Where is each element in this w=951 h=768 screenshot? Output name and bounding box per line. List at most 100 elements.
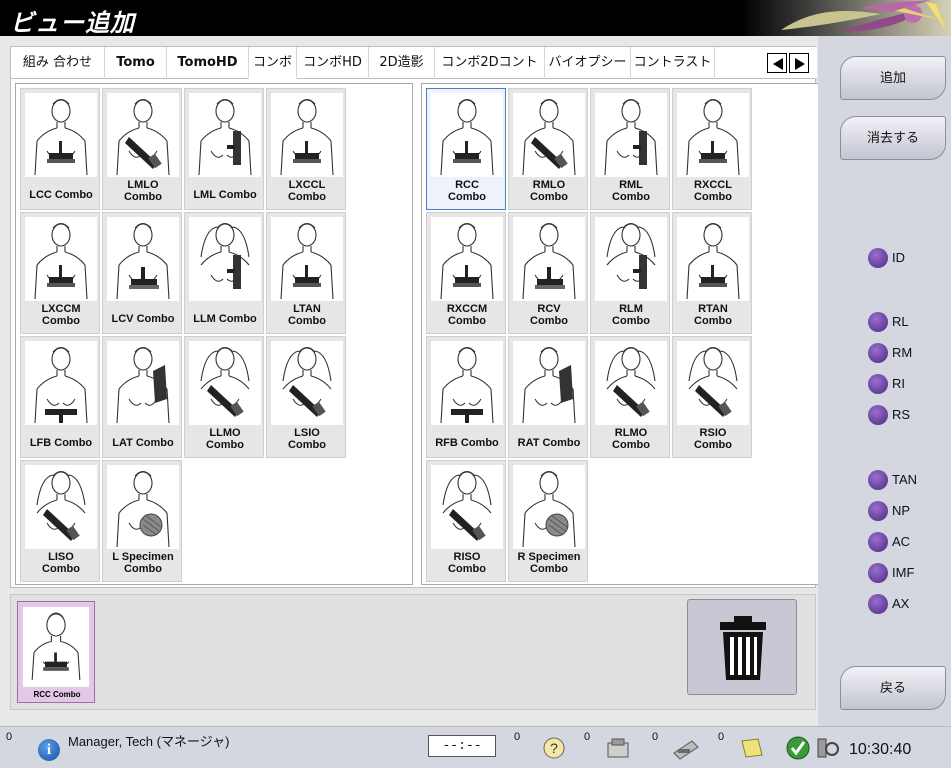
tab-6[interactable]: コンボ2Dコントラスト <box>435 47 545 102</box>
view-lxccl-combo[interactable]: LXCCL Combo <box>266 88 346 210</box>
view-rxccm-combo[interactable]: RXCCM Combo <box>426 212 506 334</box>
system-ok-icon[interactable] <box>784 735 812 761</box>
view-label: LMLO Combo <box>124 179 162 203</box>
tab-2[interactable]: TomoHD <box>167 47 249 79</box>
flower-banner-image <box>741 0 951 36</box>
view-rcc-combo[interactable]: RCC Combo <box>426 88 506 210</box>
detector-status-icon[interactable] <box>814 735 842 761</box>
view-figure-image <box>271 341 343 425</box>
tab-4[interactable]: コンボHD <box>297 47 369 79</box>
view-label: LTAN Combo <box>288 303 326 327</box>
view-liso-combo[interactable]: LISO Combo <box>20 460 100 582</box>
marker-label: AC <box>892 534 911 549</box>
view-label: RFB Combo <box>435 437 499 449</box>
view-figure-image <box>513 465 585 549</box>
view-rcv-combo[interactable]: RCV Combo <box>508 212 588 334</box>
view-selection-area: 組み 合わせTomoTomoHDコンボコンボHD2D造影コンボ2Dコントラストバ… <box>10 46 819 588</box>
page-title: ビュー追加 <box>10 9 135 37</box>
view-llmo-combo[interactable]: LLMO Combo <box>184 336 264 458</box>
view-figure-image <box>431 93 503 177</box>
view-rmlo-combo[interactable]: RMLO Combo <box>508 88 588 210</box>
printer-icon[interactable] <box>672 735 700 761</box>
view-lcc-combo[interactable]: LCC Combo <box>20 88 100 210</box>
view-label: RCC Combo <box>448 179 486 203</box>
tab-1[interactable]: Tomo <box>105 47 167 79</box>
current-user[interactable]: Manager, Tech (マネージャ) <box>68 731 229 750</box>
view-label: RAT Combo <box>517 437 581 449</box>
view-figure-image <box>25 217 97 301</box>
back-button[interactable]: 戻る <box>840 666 946 710</box>
view-figure-image <box>25 341 97 425</box>
view-figure-image <box>189 217 261 301</box>
view-label: LSIO Combo <box>288 427 326 451</box>
view-riso-combo[interactable]: RISO Combo <box>426 460 506 582</box>
tab-0[interactable]: 組み 合わせ <box>11 47 105 79</box>
add-button[interactable]: 追加 <box>840 56 946 100</box>
tab-7[interactable]: バイオプシー <box>545 47 631 79</box>
added-view-thumbnail[interactable]: RCC Combo <box>17 601 95 703</box>
marker-dot-icon <box>868 312 888 332</box>
view-label: RSIO Combo <box>694 427 732 451</box>
alert-count: 0 <box>6 731 13 743</box>
view-label: RLM Combo <box>612 303 650 327</box>
tab-5[interactable]: 2D造影 <box>369 47 435 79</box>
marker-label: IMF <box>892 565 915 580</box>
info-icon[interactable]: i <box>38 739 60 761</box>
marker-label: TAN <box>892 472 918 487</box>
view-figure-image <box>513 93 585 177</box>
view-rtan-combo[interactable]: RTAN Combo <box>672 212 752 334</box>
view-ltan-combo[interactable]: LTAN Combo <box>266 212 346 334</box>
view-rfb-combo[interactable]: RFB Combo <box>426 336 506 458</box>
view-figure-image <box>107 93 179 177</box>
view-figure-image <box>107 341 179 425</box>
view-lsio-combo[interactable]: LSIO Combo <box>266 336 346 458</box>
view-lcv-combo[interactable]: LCV Combo <box>102 212 182 334</box>
view-figure-image <box>677 341 749 425</box>
tab-8[interactable]: コントラスト <box>631 47 715 79</box>
view-figure-image <box>189 341 261 425</box>
marker-label: RL <box>892 314 909 329</box>
title-bar: ビュー追加 <box>0 0 951 37</box>
view-llm-combo[interactable]: LLM Combo <box>184 212 264 334</box>
tab-3[interactable]: コンボ <box>249 47 297 79</box>
view-label: LAT Combo <box>112 437 174 449</box>
view-r-specimen-combo[interactable]: R Specimen Combo <box>508 460 588 582</box>
exposure-timer: --:-- <box>428 735 496 757</box>
marker-label: RM <box>892 345 913 360</box>
network-transfer-icon[interactable] <box>604 735 632 761</box>
view-l-specimen-combo[interactable]: L Specimen Combo <box>102 460 182 582</box>
marker-label: AX <box>892 596 910 611</box>
view-lmlo-combo[interactable]: LMLO Combo <box>102 88 182 210</box>
view-figure-image <box>431 217 503 301</box>
view-figure-image <box>25 465 97 549</box>
view-label: LLMO Combo <box>206 427 244 451</box>
view-lml-combo[interactable]: LML Combo <box>184 88 264 210</box>
marker-label: RI <box>892 376 905 391</box>
view-rlmo-combo[interactable]: RLMO Combo <box>590 336 670 458</box>
view-rxccl-combo[interactable]: RXCCL Combo <box>672 88 752 210</box>
view-lfb-combo[interactable]: LFB Combo <box>20 336 100 458</box>
view-label: R Specimen Combo <box>517 551 581 575</box>
view-rsio-combo[interactable]: RSIO Combo <box>672 336 752 458</box>
pending-count: 0 <box>514 731 521 743</box>
tab-scroll-left-button[interactable] <box>767 53 787 73</box>
view-rat-combo[interactable]: RAT Combo <box>508 336 588 458</box>
view-figure-image <box>431 341 503 425</box>
view-figure-image <box>595 93 667 177</box>
rcc-combo-thumbnail-image <box>23 607 89 687</box>
view-lxccm-combo[interactable]: LXCCM Combo <box>20 212 100 334</box>
svg-text:?: ? <box>550 740 558 756</box>
added-views-strip: RCC Combo <box>10 594 816 710</box>
view-label: RISO Combo <box>448 551 486 575</box>
view-lat-combo[interactable]: LAT Combo <box>102 336 182 458</box>
clear-button[interactable]: 消去する <box>840 116 946 160</box>
view-tab-bar: 組み 合わせTomoTomoHDコンボコンボHD2D造影コンボ2Dコントラストバ… <box>11 47 817 102</box>
view-rml-combo[interactable]: RML Combo <box>590 88 670 210</box>
view-rlm-combo[interactable]: RLM Combo <box>590 212 670 334</box>
query-icon[interactable]: ? <box>540 735 568 761</box>
left-arrow-icon <box>773 58 783 70</box>
delete-view-button[interactable] <box>687 599 797 695</box>
view-figure-image <box>189 93 261 177</box>
notes-icon[interactable] <box>738 735 766 761</box>
tab-scroll-right-button[interactable] <box>789 53 809 73</box>
